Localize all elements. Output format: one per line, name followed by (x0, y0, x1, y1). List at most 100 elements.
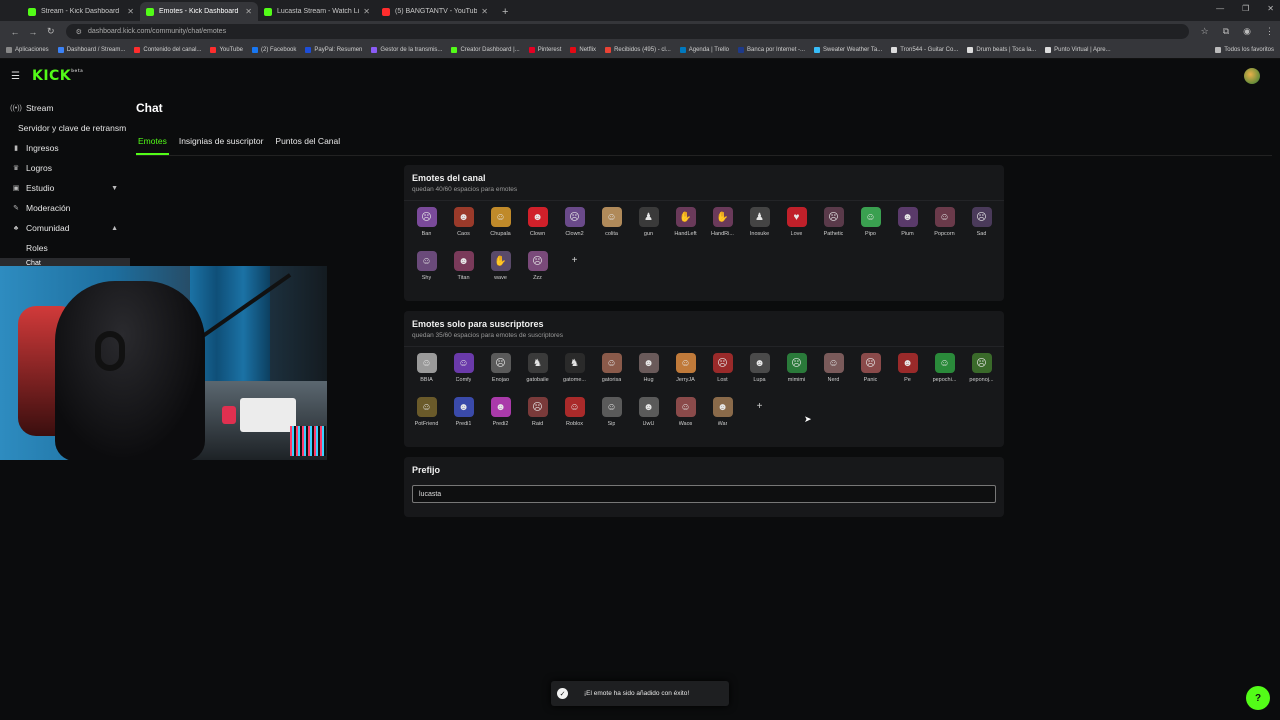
sidebar-item-estudio[interactable]: ▣ Estudio ▼ (0, 178, 130, 198)
bookmark-item[interactable]: Banca por Internet -... (738, 47, 805, 53)
emote-tile[interactable]: ♞ gatobaile (519, 349, 556, 393)
tab-close-icon[interactable]: ✕ (127, 7, 134, 16)
emote-tile[interactable]: ☺ Popcorn (926, 203, 963, 247)
emote-tile[interactable]: ☹ peponoj... (963, 349, 1000, 393)
menu-icon[interactable]: ☰ (11, 71, 20, 82)
bookmark-item[interactable]: Aplicaciones (6, 47, 49, 53)
emote-tile[interactable]: ☻ Pium (889, 203, 926, 247)
help-chat-button[interactable]: ? (1246, 686, 1270, 710)
emote-tile[interactable]: ☹ Clown2 (556, 203, 593, 247)
emote-tile[interactable]: ☺ Comfy (445, 349, 482, 393)
close-window-icon[interactable]: ✕ (1267, 4, 1274, 13)
emote-tile[interactable]: ☺ Sip (593, 393, 630, 437)
kick-logo[interactable]: KICKbeta (32, 68, 83, 84)
bookmark-item[interactable]: YouTube (210, 47, 243, 53)
emote-tile[interactable]: ☺ JerryJA (667, 349, 704, 393)
emote-tile[interactable]: ☻ Caos (445, 203, 482, 247)
sidebar-item-logros[interactable]: ♛ Logros (0, 158, 130, 178)
emote-tile[interactable]: ☻ Clown (519, 203, 556, 247)
sidebar-item-servidor-y-clave-de-retransm[interactable]: Servidor y clave de retransm (0, 118, 130, 138)
tab-close-icon[interactable]: ✕ (245, 7, 252, 16)
bookmark-item[interactable]: Dashboard / Stream... (57, 47, 125, 53)
bookmark-item[interactable]: Pinterest (528, 47, 561, 53)
bookmark-item[interactable]: PayPal: Resumen (305, 47, 362, 53)
bookmark-item[interactable]: (2) Facebook (252, 47, 296, 53)
bookmark-item[interactable]: Tron544 - Guitar Co... (891, 47, 958, 53)
emote-tile[interactable]: ☹ Panic (852, 349, 889, 393)
chevron-down-icon[interactable]: ▼ (111, 185, 118, 192)
emote-tile[interactable]: ☺ Chupala (482, 203, 519, 247)
emote-tile[interactable]: ✋ wave (482, 247, 519, 291)
emote-tile[interactable]: ☹ Raid (519, 393, 556, 437)
emote-tile[interactable]: ☺ Pipo (852, 203, 889, 247)
extensions-icon[interactable]: ⧉ (1223, 26, 1229, 37)
emote-tile[interactable]: ☻ Hug (630, 349, 667, 393)
emote-tile[interactable]: ☹ Lost (704, 349, 741, 393)
emote-tile[interactable]: ☹ Zzz (519, 247, 556, 291)
emote-tile[interactable]: ♟ gun (630, 203, 667, 247)
prefix-input[interactable]: lucasta (412, 485, 996, 503)
tab-puntos-del-canal[interactable]: Puntos del Canal (273, 134, 342, 155)
forward-icon[interactable]: → (24, 27, 42, 37)
emote-tile[interactable]: ✋ HandLeft (667, 203, 704, 247)
bookmark-item[interactable]: Gestor de la transmis... (371, 47, 442, 53)
browser-tab[interactable]: Stream - Kick Dashboard ✕ (22, 2, 140, 21)
emote-tile[interactable]: ☻ Titan (445, 247, 482, 291)
sidebar-item-moderaci-n[interactable]: ✎ Moderación (0, 198, 130, 218)
tab-insignias-de-suscriptor[interactable]: Insignias de suscriptor (177, 134, 266, 155)
bookmark-item[interactable]: Netflix (570, 47, 596, 53)
browser-tab[interactable]: Emotes - Kick Dashboard ✕ (140, 2, 258, 21)
all-bookmarks-link[interactable]: Todos los favoritos (1215, 47, 1274, 53)
url-input[interactable]: ⚙ dashboard.kick.com/community/chat/emot… (65, 24, 1189, 39)
restore-icon[interactable]: ❐ (1242, 4, 1249, 13)
emote-tile[interactable]: ☹ Ban (408, 203, 445, 247)
emote-tile[interactable]: ☺ BBIA (408, 349, 445, 393)
emote-tile[interactable]: ☺ Shy (408, 247, 445, 291)
emote-tile[interactable]: ☹ Enojao (482, 349, 519, 393)
bookmark-item[interactable]: Drum beats | Toca la... (967, 47, 1036, 53)
browser-tab[interactable]: (5) BANGTANTV - YouTube ✕ (376, 2, 494, 21)
tab-close-icon[interactable]: ✕ (481, 7, 488, 16)
reload-icon[interactable]: ↻ (42, 26, 60, 37)
emote-tile[interactable]: ☻ Predi2 (482, 393, 519, 437)
emote-tile[interactable]: ☻ Lupa (741, 349, 778, 393)
sidebar-item-comunidad[interactable]: ♣ Comunidad ▲ (0, 218, 130, 238)
minimize-icon[interactable]: — (1216, 4, 1224, 13)
emote-tile[interactable]: ♥ Love (778, 203, 815, 247)
emote-tile[interactable]: ☺ Nerd (815, 349, 852, 393)
emote-tile[interactable]: ☺ gatorisa (593, 349, 630, 393)
bookmark-item[interactable]: Contenido del canal... (134, 47, 201, 53)
bookmark-item[interactable]: Recibidos (495) - cl... (605, 47, 671, 53)
emote-tile[interactable]: ☺ Roblox (556, 393, 593, 437)
sidebar-item-roles[interactable]: Roles (0, 238, 130, 258)
tab-emotes[interactable]: Emotes (136, 134, 169, 155)
chevron-up-icon[interactable]: ▲ (111, 225, 118, 232)
browser-tab[interactable]: Lucasta Stream - Watch Live on✕ (258, 2, 376, 21)
user-avatar[interactable] (1244, 68, 1260, 84)
tab-close-icon[interactable]: ✕ (363, 7, 370, 16)
emote-tile[interactable]: ☹ Pathetic (815, 203, 852, 247)
bookmark-item[interactable]: Agenda | Trello (679, 47, 729, 53)
emote-tile[interactable]: ☻ UwU (630, 393, 667, 437)
bookmark-item[interactable]: Sweater Weather Ta... (814, 47, 882, 53)
bookmark-star-icon[interactable]: ☆ (1201, 26, 1209, 37)
emote-tile[interactable]: ☻ War (704, 393, 741, 437)
profile-icon[interactable]: ◉ (1243, 26, 1251, 37)
emote-tile[interactable]: ☺ colita (593, 203, 630, 247)
emote-tile[interactable]: ✋ HandRi... (704, 203, 741, 247)
bookmark-item[interactable]: Punto Virtual | Apre... (1045, 47, 1111, 53)
sidebar-item-stream[interactable]: ((•)) Stream (0, 98, 130, 118)
sidebar-item-ingresos[interactable]: ▮ Ingresos (0, 138, 130, 158)
new-tab-button[interactable]: + (494, 2, 516, 21)
menu-dots-icon[interactable]: ⋮ (1265, 26, 1274, 37)
emote-tile[interactable]: ☺ Waos (667, 393, 704, 437)
back-icon[interactable]: ← (6, 27, 24, 37)
emote-tile[interactable]: ☻ Pe (889, 349, 926, 393)
add-emote-button[interactable]: + (556, 247, 593, 291)
add-emote-button[interactable]: + (741, 393, 778, 437)
emote-tile[interactable]: ♟ Inosuke (741, 203, 778, 247)
bookmark-item[interactable]: Creator Dashboard |... (451, 47, 520, 53)
emote-tile[interactable]: ☺ pepochi... (926, 349, 963, 393)
emote-tile[interactable]: ♞ gatome... (556, 349, 593, 393)
emote-tile[interactable]: ☹ mimimi (778, 349, 815, 393)
